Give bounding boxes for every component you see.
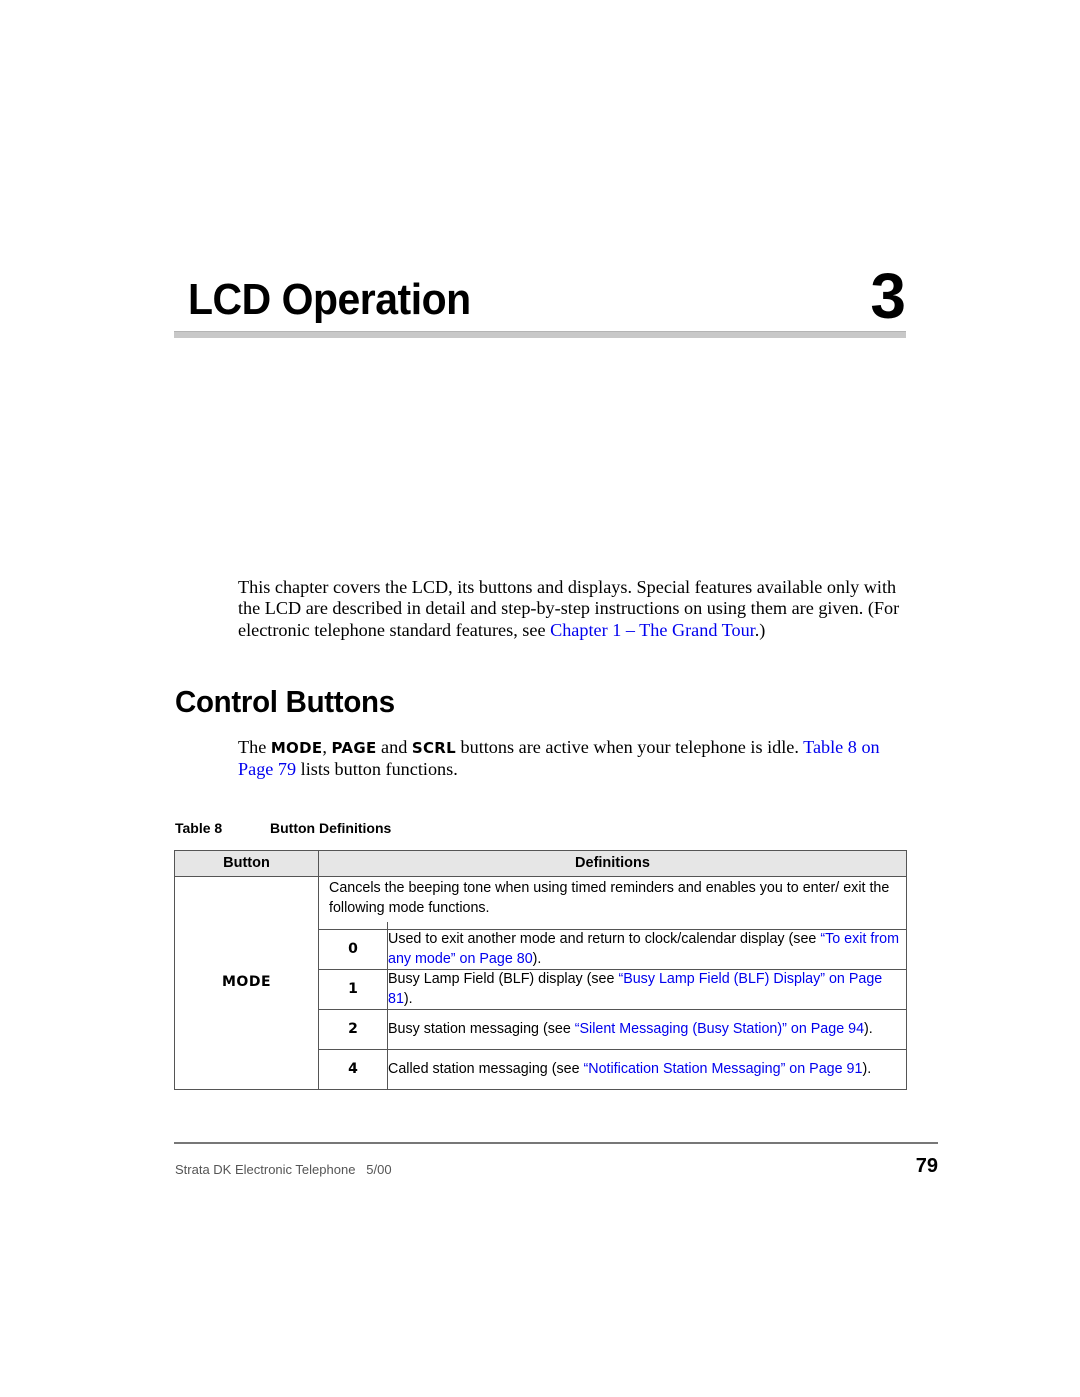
footer-divider: [174, 1142, 938, 1144]
button-definitions-table: Button Definitions MODE Cancels the beep…: [174, 850, 907, 1090]
intro-paragraph: This chapter covers the LCD, its buttons…: [238, 577, 908, 641]
header-button: Button: [174, 850, 319, 877]
page-button-name: PAGE: [331, 739, 377, 757]
section-paragraph: The MODE, PAGE and SCRL buttons are acti…: [238, 737, 908, 781]
description-text-end: ).: [864, 1020, 873, 1037]
intro-text-end: .): [754, 619, 766, 640]
function-description: Used to exit another mode and return to …: [387, 929, 906, 970]
section-heading: Control Buttons: [175, 684, 395, 719]
mode-function-row: 4 Called station messaging (see “Notific…: [319, 1049, 906, 1089]
description-text-end: ).: [532, 950, 542, 967]
function-description: Called station messaging (see “Notificat…: [387, 1049, 906, 1089]
mode-functions-table: 0 Used to exit another mode and return t…: [319, 922, 906, 1089]
function-description: Busy Lamp Field (BLF) display (see “Busy…: [387, 969, 906, 1010]
table-header-row: Button Definitions: [174, 850, 907, 877]
header-definitions: Definitions: [318, 850, 907, 877]
silent-messaging-link[interactable]: “Silent Messaging (Busy Station)” on Pag…: [575, 1021, 864, 1037]
para-text: ,: [322, 737, 332, 757]
function-key: 1: [319, 969, 388, 1010]
description-text-end: ).: [862, 1060, 872, 1077]
page-number: 79: [915, 1155, 938, 1177]
chapter-number: 3: [870, 260, 906, 332]
table-caption: Table 8 Button Definitions: [175, 820, 391, 836]
scrl-button-name: SCRL: [411, 739, 456, 757]
para-text: The: [238, 737, 271, 757]
notification-messaging-link[interactable]: “Notification Station Messaging” on Page…: [584, 1061, 863, 1077]
description-text: Busy station messaging (see: [388, 1020, 575, 1037]
description-text: Used to exit another mode and return to …: [388, 931, 821, 947]
chapter-1-link[interactable]: Chapter 1 – The Grand Tour: [550, 620, 755, 640]
mode-function-row: 0 Used to exit another mode and return t…: [319, 929, 906, 970]
table-caption-number: Table 8: [175, 820, 223, 836]
mode-button-label: MODE: [221, 974, 272, 991]
function-description: Busy station messaging (see “Silent Mess…: [387, 1009, 906, 1050]
function-key: 4: [319, 1049, 388, 1089]
definition-intro: Cancels the beeping tone when using time…: [318, 876, 907, 922]
description-text-end: ).: [403, 990, 413, 1007]
button-cell: MODE: [174, 876, 319, 1090]
table-row: MODE Cancels the beeping tone when using…: [174, 876, 907, 1090]
function-key: 0: [319, 929, 388, 970]
table-caption-title: Button Definitions: [270, 820, 392, 836]
para-text: and: [376, 737, 412, 757]
function-key: 2: [319, 1009, 388, 1050]
mode-button-name: MODE: [270, 739, 323, 757]
chapter-title: LCD Operation: [188, 275, 471, 324]
mode-function-row: 2 Busy station messaging (see “Silent Me…: [319, 1009, 906, 1050]
mode-functions-cell: 0 Used to exit another mode and return t…: [318, 922, 907, 1090]
chapter-divider: [174, 331, 906, 338]
para-text: buttons are active when your telephone i…: [455, 737, 804, 757]
mode-function-row: 1 Busy Lamp Field (BLF) display (see “Bu…: [319, 969, 906, 1010]
description-text: Called station messaging (see: [388, 1060, 584, 1077]
footer-document-title: Strata DK Electronic Telephone 5/00: [175, 1162, 392, 1177]
description-text: Busy Lamp Field (BLF) display (see: [388, 971, 619, 987]
para-text: lists button functions.: [296, 759, 458, 780]
